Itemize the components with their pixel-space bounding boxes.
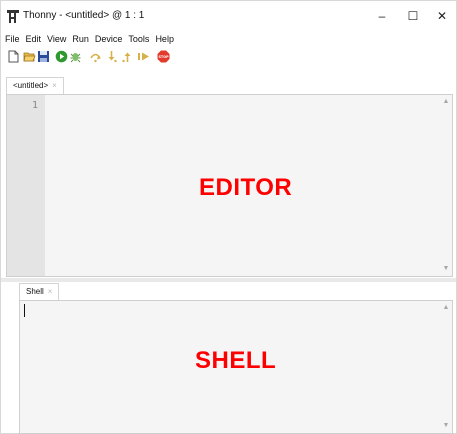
scroll-down-icon[interactable]: ▼ [442, 422, 450, 430]
scroll-down-icon[interactable]: ▼ [442, 265, 450, 273]
close-button[interactable]: ✕ [427, 5, 457, 27]
save-icon[interactable] [37, 50, 50, 63]
editor-vertical-scrollbar[interactable]: ▲ ▼ [440, 95, 452, 276]
menu-bar: File Edit View Run Device Tools Help [1, 31, 456, 46]
debug-icon[interactable] [69, 50, 82, 63]
stop-icon[interactable]: STOP [157, 50, 170, 63]
stop-icon-label: STOP [158, 55, 169, 59]
shell-vertical-scrollbar[interactable]: ▲ ▼ [440, 301, 452, 433]
tab-untitled[interactable]: <untitled> × [6, 77, 64, 94]
tab-close-icon[interactable]: × [52, 81, 57, 90]
code-editor[interactable]: 1 ▲ ▼ EDITOR [6, 94, 453, 277]
line-number: 1 [31, 100, 38, 111]
line-number-gutter: 1 [7, 95, 45, 276]
new-file-icon[interactable] [7, 50, 20, 63]
tab-shell[interactable]: Shell × [19, 283, 60, 300]
step-out-icon[interactable] [121, 50, 134, 63]
menu-device[interactable]: Device [95, 34, 123, 44]
step-into-icon[interactable] [105, 50, 118, 63]
scroll-up-icon[interactable]: ▲ [442, 98, 450, 106]
maximize-button[interactable]: ☐ [398, 5, 428, 27]
resume-icon[interactable] [137, 50, 150, 63]
run-icon[interactable] [55, 50, 68, 63]
scroll-up-icon[interactable]: ▲ [442, 304, 450, 312]
editor-pane: <untitled> × 1 ▲ ▼ EDITOR [6, 76, 453, 277]
menu-view[interactable]: View [47, 34, 66, 44]
window-title: Thonny - <untitled> @ 1 : 1 [23, 10, 145, 21]
thonny-window: Thonny - <untitled> @ 1 : 1 – ☐ ✕ File E… [0, 0, 457, 434]
menu-help[interactable]: Help [155, 34, 174, 44]
shell-pane: Shell × ▲ ▼ SHELL [19, 282, 453, 434]
step-over-icon[interactable] [89, 50, 102, 63]
title-bar[interactable]: Thonny - <untitled> @ 1 : 1 – ☐ ✕ [1, 1, 456, 31]
editor-overlay-label: EDITOR [199, 174, 293, 201]
tab-close-icon[interactable]: × [48, 287, 53, 296]
menu-file[interactable]: File [5, 34, 20, 44]
toolbar: STOP [1, 47, 456, 69]
menu-tools[interactable]: Tools [128, 34, 149, 44]
menu-run[interactable]: Run [72, 34, 89, 44]
menu-edit[interactable]: Edit [26, 34, 42, 44]
tab-untitled-label: <untitled> [13, 81, 49, 90]
thonny-logo-icon [7, 10, 19, 23]
shell-overlay-label: SHELL [195, 347, 277, 374]
tab-shell-label: Shell [26, 287, 44, 296]
open-file-icon[interactable] [23, 50, 36, 63]
minimize-button[interactable]: – [367, 5, 397, 27]
text-cursor [24, 304, 25, 317]
shell-console[interactable]: ▲ ▼ SHELL [19, 300, 453, 434]
